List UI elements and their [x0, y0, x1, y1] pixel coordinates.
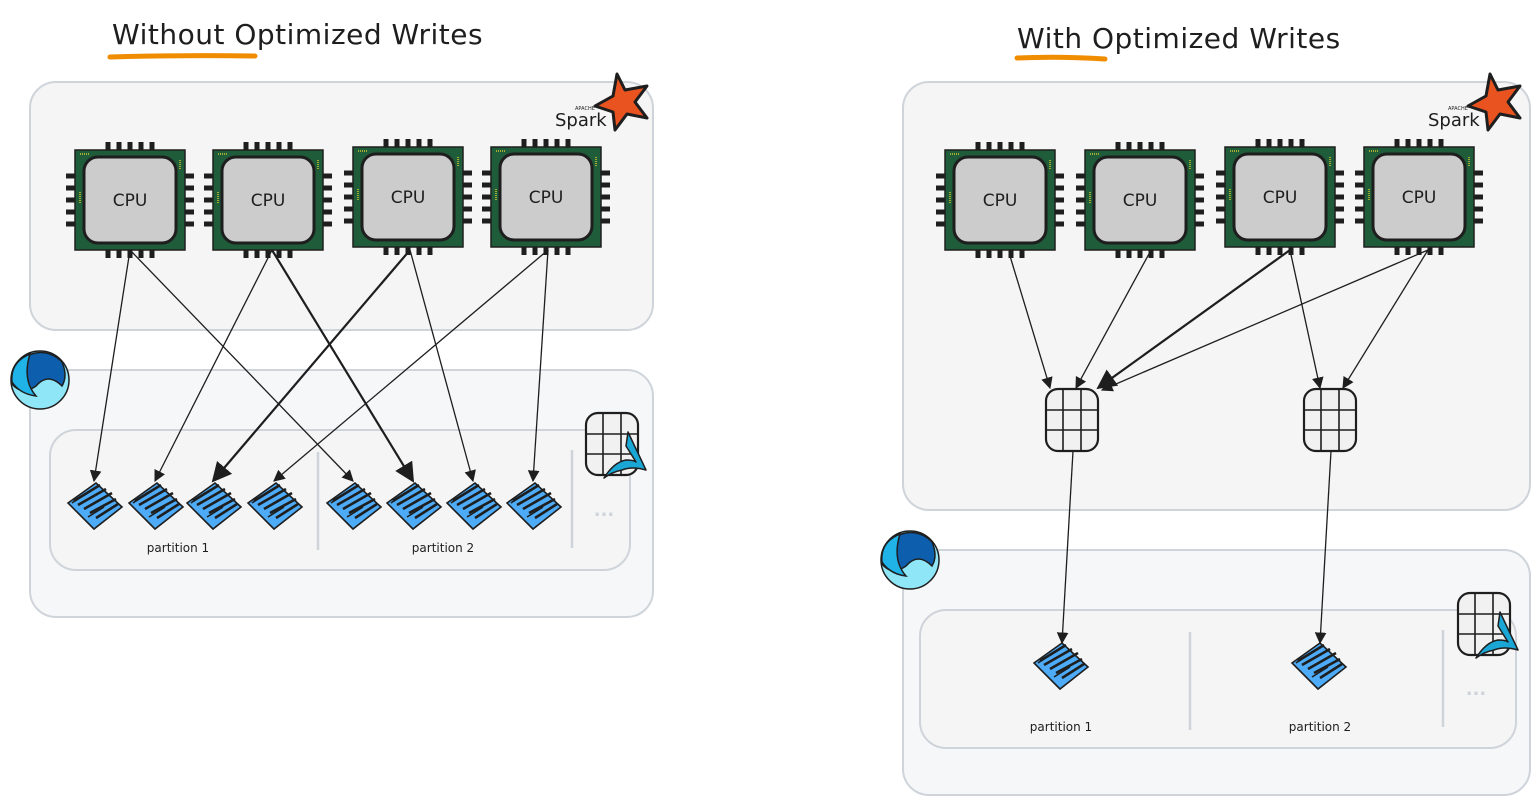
more-partitions-ellipsis: ... [594, 500, 615, 521]
cpu-chip: CPU [344, 139, 472, 255]
title-rest: Optimized Writes [225, 18, 483, 51]
partition-label: partition 2 [412, 541, 474, 555]
cpu-label: CPU [391, 188, 426, 208]
cpu-chip: CPU [1076, 142, 1204, 258]
shuffle-buffer-icon [1044, 387, 1100, 453]
title-underline [1014, 54, 1108, 62]
diagram-with-optimized-writes: With Optimized Writes APACHESpark ... pa… [880, 22, 1531, 796]
cpu-label: CPU [251, 191, 286, 211]
cpu-label: CPU [1263, 188, 1298, 208]
title-emphasis: Without [112, 18, 225, 51]
cpu-chip: CPU [936, 142, 1064, 258]
cpu-chip: CPU [66, 142, 194, 258]
cpu-label: CPU [1123, 191, 1158, 211]
fabric-onelake-icon [10, 350, 70, 410]
optimized-writes-diagram: Without Optimized Writes APACHESpark ...… [10, 18, 1531, 796]
spark-logo-text: Spark [1428, 110, 1480, 131]
partition-label: partition 1 [1030, 720, 1092, 734]
table-storage-panel [919, 609, 1517, 749]
spark-logo-text: Spark [555, 110, 607, 131]
more-partitions-ellipsis: ... [1466, 679, 1487, 700]
delta-table-icon [584, 411, 647, 479]
cpu-chip: CPU [1355, 139, 1483, 255]
title-underline [107, 53, 258, 60]
cpu-chip: CPU [204, 142, 332, 258]
title-rest: Optimized Writes [1083, 22, 1341, 55]
title-emphasis: With [1017, 22, 1083, 55]
fabric-onelake-icon [880, 530, 940, 590]
cpu-chip: CPU [482, 139, 610, 255]
cpu-label: CPU [113, 191, 148, 211]
cpu-chip: CPU [1216, 139, 1344, 255]
delta-table-icon [1456, 591, 1519, 659]
diagram-without-optimized-writes: Without Optimized Writes APACHESpark ...… [10, 18, 654, 618]
partition-label: partition 2 [1289, 720, 1351, 734]
shuffle-buffer-icon [1302, 387, 1358, 453]
diagram-title: Without Optimized Writes [112, 18, 483, 51]
diagram-title: With Optimized Writes [1017, 22, 1341, 55]
partition-label: partition 1 [147, 541, 209, 555]
cpu-label: CPU [529, 188, 564, 208]
spark-cluster-panel [902, 81, 1531, 511]
cpu-label: CPU [983, 191, 1018, 211]
cpu-label: CPU [1402, 188, 1437, 208]
